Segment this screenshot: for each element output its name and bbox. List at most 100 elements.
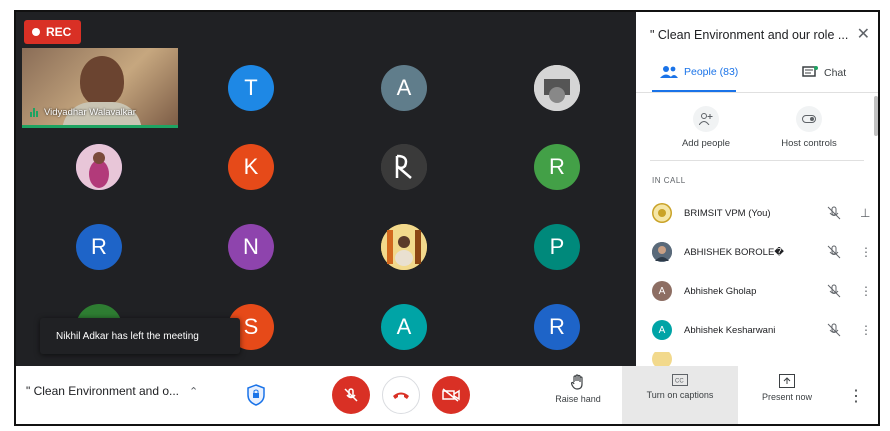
participant-tile[interactable]: K: [228, 144, 274, 190]
present-label: Present now: [761, 392, 813, 402]
tabs-divider: [636, 92, 878, 93]
participant-initial: A: [396, 314, 412, 339]
avatar: [652, 203, 672, 223]
profile-photo-icon: [534, 65, 580, 111]
raise-hand-label: Raise hand: [555, 394, 601, 404]
in-call-heading: IN CALL: [652, 176, 686, 185]
participant-row[interactable]: BRIMSIT VPM (You) ⊥: [652, 198, 870, 228]
close-panel-button[interactable]: ✕: [857, 24, 870, 44]
profile-photo-icon: [652, 242, 672, 262]
tab-people-label: People (83): [684, 66, 739, 78]
participant-tile[interactable]: P: [534, 224, 580, 270]
toast-text: Nikhil Adkar has left the meeting: [56, 330, 199, 342]
active-speaker-tile[interactable]: Vidyadhar Walavalkar: [22, 48, 178, 128]
participant-name: Abhishek Gholap: [684, 285, 757, 297]
add-person-icon: [693, 106, 719, 132]
people-panel: " Clean Environment and our role ... ✕ P…: [636, 12, 878, 366]
participant-grid: REC Vidyadhar Walavalkar T A K R R N P S…: [16, 12, 636, 366]
participant-tile[interactable]: T: [228, 65, 274, 111]
participant-tile[interactable]: N: [228, 224, 274, 270]
participant-name: BRIMSIT VPM (You): [684, 207, 771, 219]
avatar-initial: A: [658, 285, 666, 297]
participant-tile[interactable]: R: [534, 144, 580, 190]
avatar: A: [652, 320, 672, 340]
mic-off-icon: [344, 388, 358, 402]
avatar: [652, 242, 672, 262]
mic-off-icon: [827, 323, 841, 337]
participant-tile[interactable]: [534, 65, 580, 111]
pin-icon[interactable]: ⊥: [860, 206, 870, 220]
close-icon: ✕: [856, 26, 870, 43]
participant-row[interactable]: A Abhishek Kesharwani ⋮: [652, 315, 872, 345]
participant-row[interactable]: A Abhishek Gholap ⋮: [652, 276, 872, 306]
participant-initial: N: [243, 234, 259, 259]
tab-people[interactable]: People (83): [660, 66, 738, 78]
institution-logo-icon: [652, 203, 672, 223]
avatar-initial: A: [658, 324, 666, 336]
camera-off-icon: [442, 388, 460, 402]
speaking-indicator-bar: [22, 125, 178, 128]
more-options-icon[interactable]: ⋮: [860, 245, 872, 259]
section-divider: [650, 160, 864, 161]
people-icon: [660, 66, 678, 78]
participant-initial: R: [549, 154, 565, 179]
participant-tile[interactable]: A: [381, 304, 427, 350]
meeting-details-button[interactable]: " Clean Environment and o... ⌃: [26, 384, 198, 398]
participant-tile[interactable]: [76, 144, 122, 190]
camera-toggle-button[interactable]: [432, 376, 470, 414]
mic-off-icon: [827, 284, 841, 298]
monogram-logo-icon: [381, 144, 427, 190]
speaker-name: Vidyadhar Walavalkar: [44, 107, 136, 118]
more-options-button[interactable]: ⋮: [848, 386, 864, 406]
chat-icon: [802, 66, 818, 77]
more-options-icon[interactable]: ⋮: [860, 284, 872, 298]
panel-scrollbar[interactable]: [874, 96, 878, 136]
avatar: [652, 352, 672, 366]
host-controls-button[interactable]: Host controls: [774, 106, 844, 149]
meet-window: REC Vidyadhar Walavalkar T A K R R N P S…: [14, 10, 880, 426]
participant-tile[interactable]: [381, 144, 427, 190]
profile-photo-icon: [381, 224, 427, 270]
participant-initial: P: [549, 234, 565, 259]
recording-label: REC: [46, 25, 72, 39]
record-dot-icon: [32, 28, 40, 36]
notification-toast: Nikhil Adkar has left the meeting: [40, 318, 240, 354]
participant-tile[interactable]: A: [381, 65, 427, 111]
audio-level-icon: [30, 108, 38, 117]
tab-chat[interactable]: Chat: [802, 66, 846, 79]
speaker-video-head: [80, 56, 124, 106]
host-controls-label: Host controls: [781, 138, 837, 149]
participant-initial: T: [244, 75, 258, 100]
speaker-name-row: Vidyadhar Walavalkar: [30, 107, 136, 118]
panel-title: " Clean Environment and our role ...: [650, 28, 849, 42]
toggle-icon: [796, 106, 822, 132]
mic-off-icon: [827, 206, 841, 220]
hang-up-icon: [393, 392, 409, 399]
participant-initial: R: [549, 314, 565, 339]
hand-icon: [571, 374, 583, 390]
participant-initial: K: [243, 154, 259, 179]
mic-off-icon: [827, 245, 841, 259]
raise-hand-button[interactable]: Raise hand: [548, 374, 608, 404]
participant-initial: A: [396, 75, 412, 100]
more-options-icon[interactable]: ⋮: [860, 323, 872, 337]
present-now-button[interactable]: Present now: [752, 374, 822, 402]
svg-text:CC: CC: [675, 379, 684, 385]
recording-badge: REC: [24, 20, 82, 44]
profile-photo-icon: [76, 144, 122, 190]
add-people-button[interactable]: Add people: [676, 106, 736, 149]
participant-row[interactable]: [652, 352, 870, 366]
microphone-toggle-button[interactable]: [332, 376, 370, 414]
leave-call-button[interactable]: [382, 376, 420, 414]
participant-tile[interactable]: R: [534, 304, 580, 350]
meeting-title: " Clean Environment and o...: [26, 384, 180, 398]
participant-row[interactable]: ABHISHEK BOROLE� ⋮: [652, 237, 872, 267]
participant-tile[interactable]: [381, 224, 427, 270]
participant-name: Abhishek Kesharwani: [684, 324, 776, 336]
participant-initial: S: [243, 314, 259, 339]
host-shield-icon[interactable]: [246, 384, 266, 406]
participant-tile[interactable]: R: [76, 224, 122, 270]
captions-button[interactable]: CC Turn on captions: [622, 366, 738, 424]
avatar: A: [652, 281, 672, 301]
bottom-control-bar: " Clean Environment and o... ⌃ Raise han…: [16, 366, 878, 424]
